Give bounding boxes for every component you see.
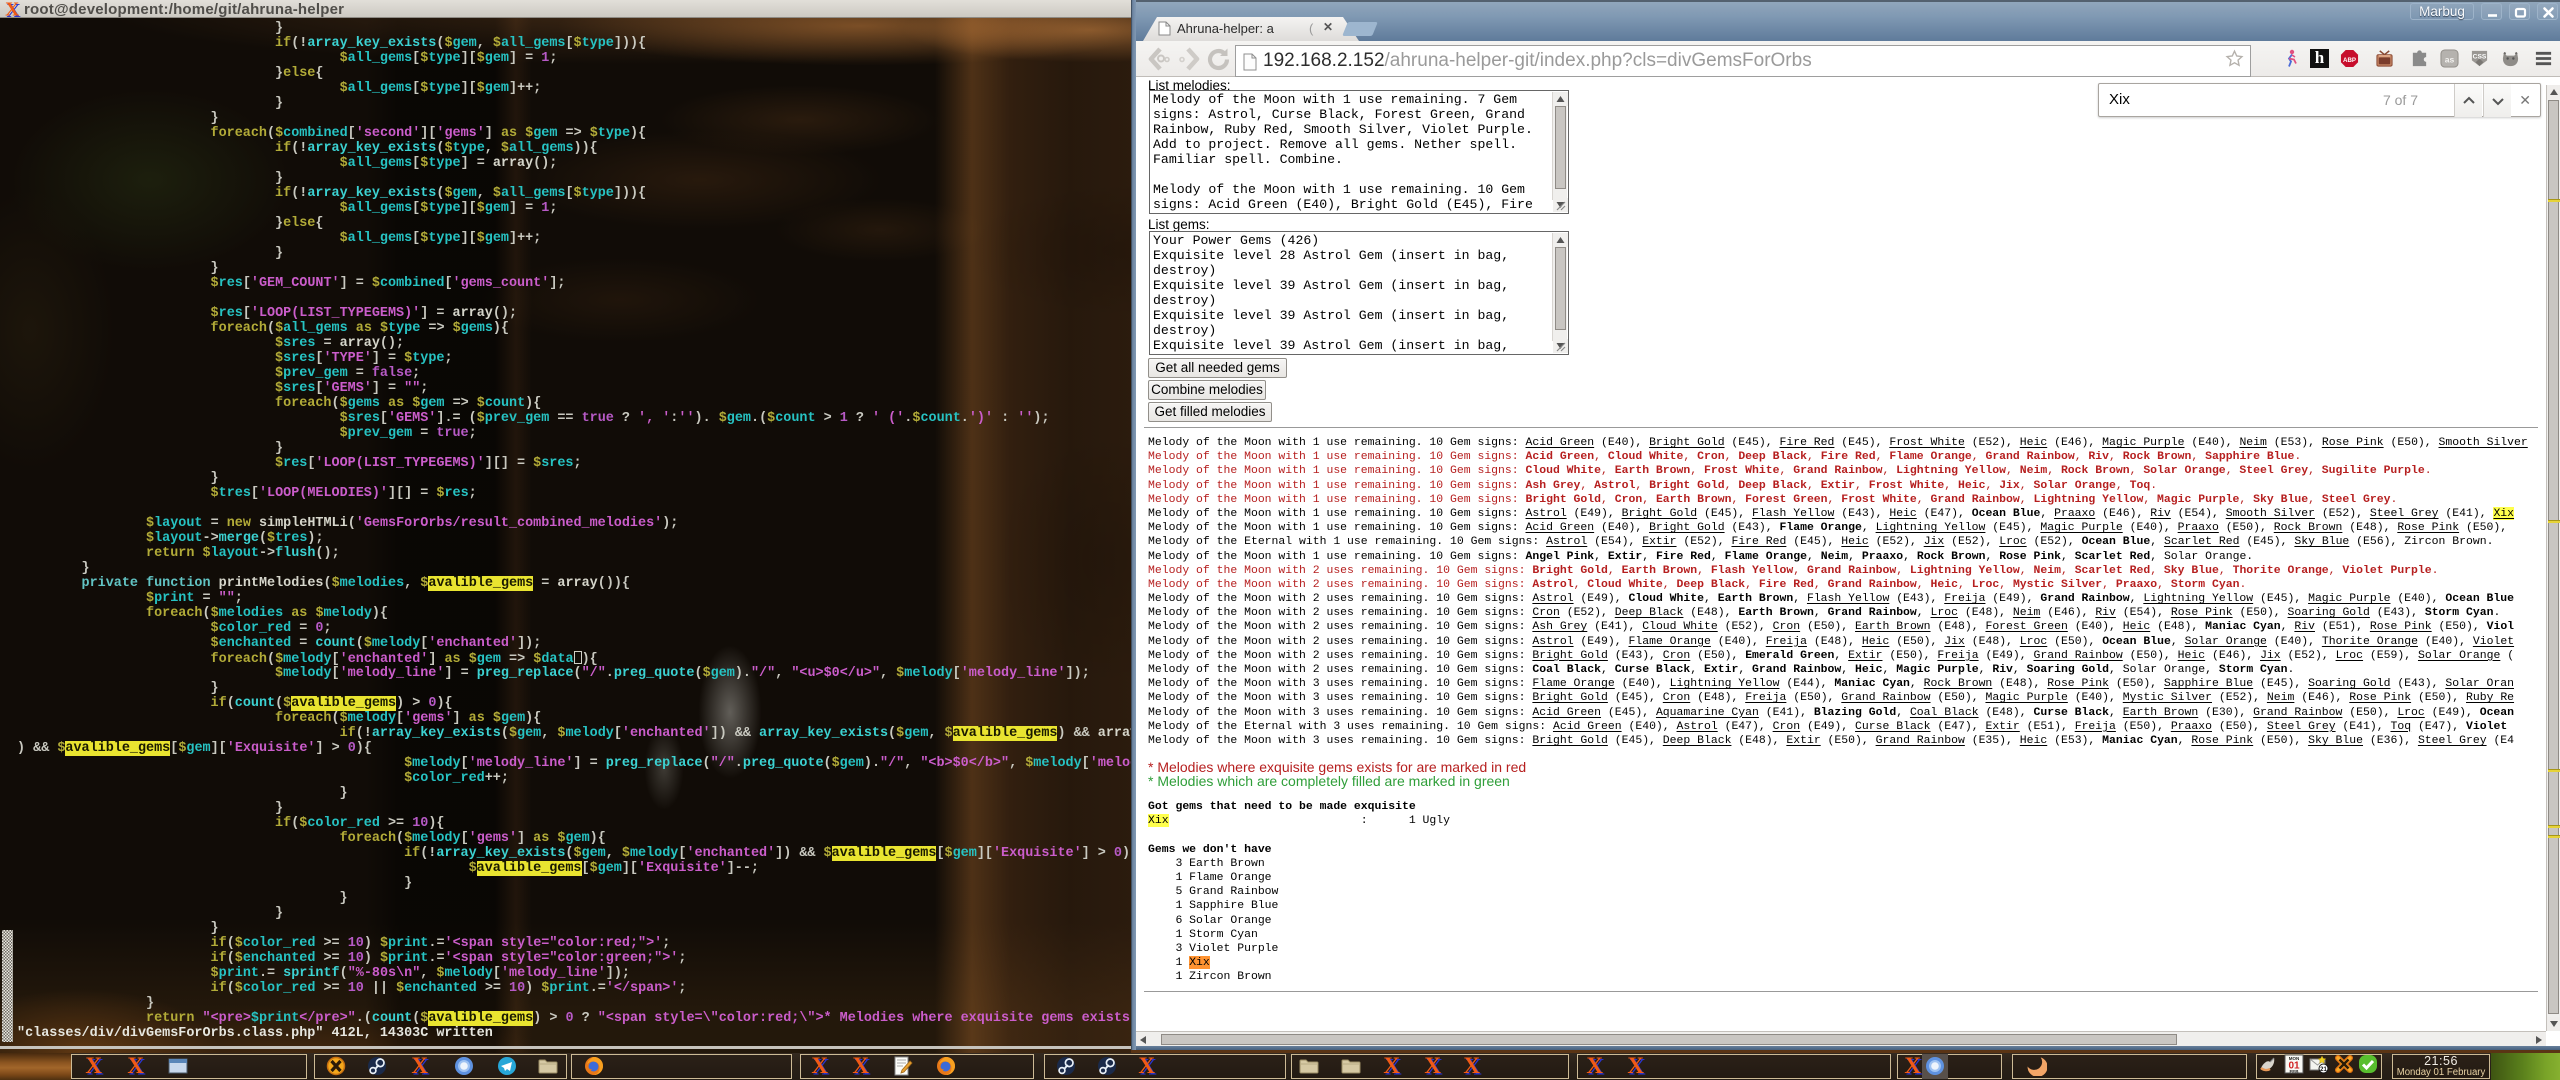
svg-text:ABP: ABP: [2343, 57, 2356, 64]
svg-text:as: as: [2445, 54, 2455, 64]
